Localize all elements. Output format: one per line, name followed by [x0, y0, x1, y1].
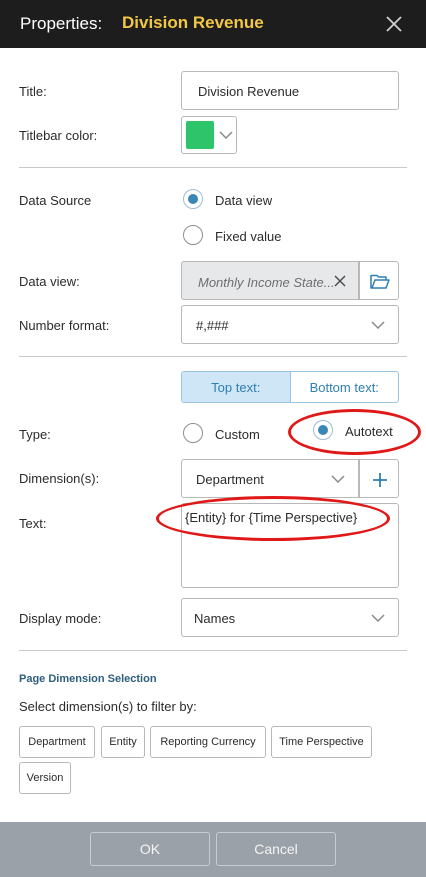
dimensions-value: Department [196, 472, 264, 487]
radio-data-view[interactable] [183, 189, 203, 209]
dialog-title-name: Division Revenue [122, 13, 264, 32]
number-format-value: #,### [196, 318, 229, 333]
text-position-toggle: Top text: Bottom text: [181, 371, 399, 403]
dialog-title-label: Properties: [20, 14, 103, 33]
titlebar-color-picker[interactable] [181, 116, 237, 154]
page-dimension-title: Page Dimension Selection [19, 673, 157, 685]
text-label: Text: [19, 516, 47, 531]
data-view-value: Monthly Income State... [198, 275, 335, 290]
dialog-footer: OK Cancel [0, 822, 426, 877]
radio-fixed-value-label: Fixed value [215, 229, 282, 244]
tab-top-text[interactable]: Top text: [182, 372, 291, 402]
display-mode-value: Names [194, 611, 236, 626]
display-mode-select[interactable]: Names [181, 598, 399, 637]
plus-icon [373, 473, 387, 487]
type-label: Type: [19, 427, 51, 442]
chip-department[interactable]: Department [19, 726, 95, 758]
divider [19, 167, 407, 168]
chip-version[interactable]: Version [19, 762, 71, 794]
dialog-titlebar: Properties: Division Revenue [0, 0, 426, 48]
radio-custom[interactable] [183, 423, 203, 443]
title-input[interactable]: Division Revenue [181, 71, 399, 110]
page-dimension-subtitle: Select dimension(s) to filter by: [19, 699, 197, 714]
data-view-label: Data view: [19, 274, 80, 289]
ok-button[interactable]: OK [90, 832, 210, 866]
text-area-value: {Entity} for {Time Perspective} [185, 510, 358, 525]
radio-autotext-label: Autotext [345, 424, 393, 439]
folder-icon [370, 274, 390, 289]
chevron-down-icon [371, 614, 385, 622]
title-input-value: Division Revenue [198, 84, 300, 99]
display-mode-label: Display mode: [19, 611, 102, 626]
color-swatch [186, 121, 214, 149]
chip-entity[interactable]: Entity [101, 726, 145, 758]
radio-fixed-value[interactable] [183, 225, 203, 245]
browse-folder-button[interactable] [359, 261, 399, 300]
text-area[interactable]: {Entity} for {Time Perspective} [181, 503, 399, 588]
cancel-button[interactable]: Cancel [216, 832, 336, 866]
chip-reporting-currency[interactable]: Reporting Currency [150, 726, 266, 758]
data-source-label: Data Source [19, 193, 92, 208]
chevron-down-icon [331, 475, 345, 483]
radio-data-view-label: Data view [215, 193, 273, 208]
titlebar-color-label: Titlebar color: [19, 128, 98, 143]
divider [19, 356, 407, 357]
dimensions-select[interactable]: Department [181, 459, 359, 498]
chip-time-perspective[interactable]: Time Perspective [271, 726, 372, 758]
dimensions-label: Dimension(s): [19, 471, 100, 486]
title-label: Title: [19, 84, 47, 99]
add-dimension-button[interactable] [359, 459, 399, 498]
divider [19, 650, 407, 651]
clear-icon[interactable] [334, 275, 346, 287]
chevron-down-icon [371, 321, 385, 329]
radio-autotext[interactable] [313, 420, 333, 440]
chevron-down-icon [219, 131, 233, 139]
number-format-label: Number format: [19, 318, 110, 333]
close-icon[interactable] [382, 12, 406, 36]
radio-custom-label: Custom [215, 427, 260, 442]
number-format-select[interactable]: #,### [181, 305, 399, 344]
tab-bottom-text[interactable]: Bottom text: [291, 372, 399, 402]
data-view-input[interactable]: Monthly Income State... [181, 261, 359, 300]
